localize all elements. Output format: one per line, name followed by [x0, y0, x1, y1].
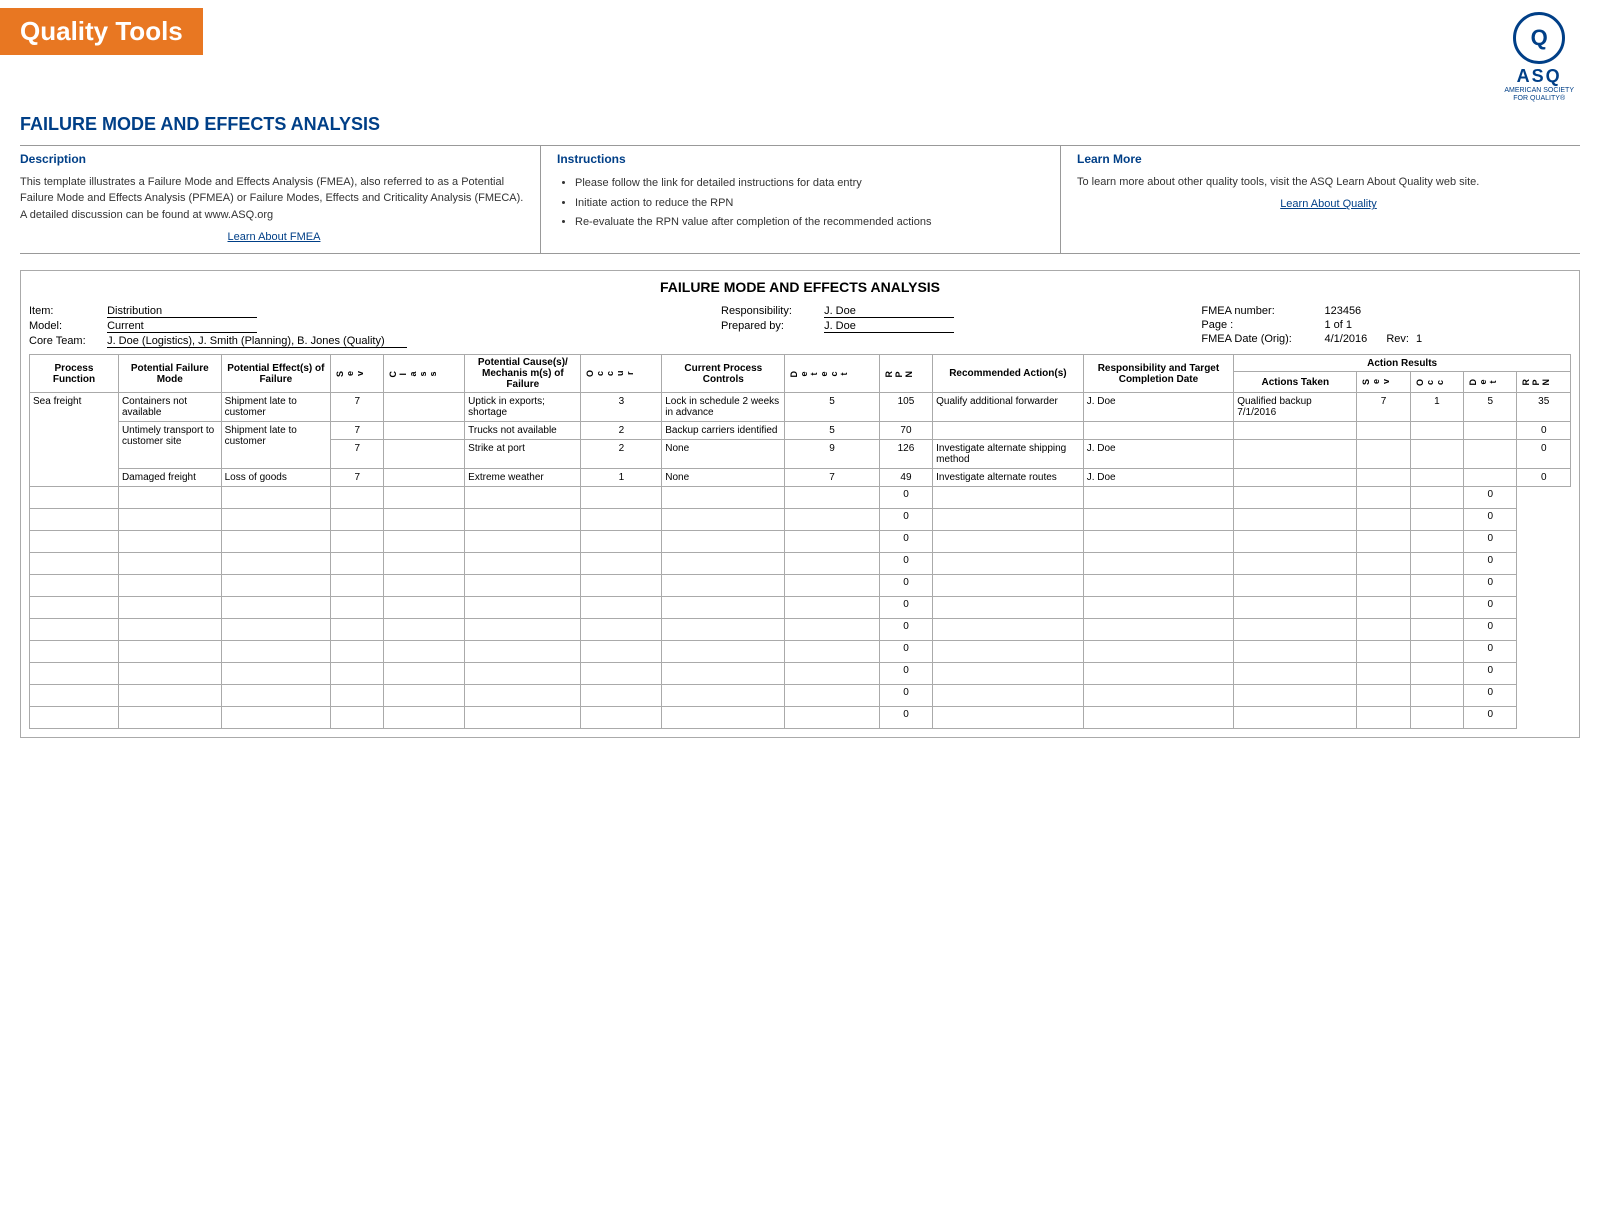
col-sev2: Sev [1357, 372, 1410, 393]
table-row: 00 [30, 509, 1571, 531]
fmea-meta-right: FMEA number: 123456 Page : 1 of 1 FMEA D… [1191, 305, 1571, 348]
fmea-date-value: 4/1/2016 [1324, 333, 1367, 345]
item-value: Distribution [107, 305, 257, 318]
model-value: Current [107, 320, 257, 333]
prepared-by-label: Prepared by: [721, 320, 821, 332]
description-text: This template illustrates a Failure Mode… [20, 174, 528, 224]
prepared-by-value: J. Doe [824, 320, 954, 333]
page-title: FAILURE MODE AND EFFECTS ANALYSIS [20, 114, 1580, 135]
page-row: Page : 1 of 1 [1201, 319, 1571, 331]
main-content: FAILURE MODE AND EFFECTS ANALYSIS Descri… [0, 104, 1600, 749]
col-det: Detect [785, 355, 879, 393]
table-row: 00 [30, 619, 1571, 641]
item-label: Item: [29, 305, 104, 317]
col-failure-mode: Potential Failure Mode [118, 355, 221, 393]
responsibility-value: J. Doe [824, 305, 954, 318]
asq-name: ASQ [1517, 66, 1562, 87]
fmea-date-row: FMEA Date (Orig): 4/1/2016 Rev: 1 [1201, 333, 1571, 345]
learn-about-quality-link[interactable]: Learn About Quality [1077, 198, 1580, 210]
learn-more-header: Learn More [1077, 152, 1580, 166]
table-row: Untimely transport to customer siteShipm… [30, 422, 1571, 440]
asq-subtitle: AMERICAN SOCIETYFOR QUALITY® [1504, 87, 1574, 104]
instructions-list: Please follow the link for detailed inst… [557, 174, 1060, 233]
table-row: 00 [30, 707, 1571, 729]
col-causes: Potential Cause(s)/ Mechanis m(s) of Fai… [465, 355, 581, 393]
col-recommended: Recommended Action(s) [933, 355, 1084, 393]
fmea-meta: Item: Distribution Model: Current Core T… [29, 305, 1571, 348]
fmea-number-row: FMEA number: 123456 [1201, 305, 1571, 317]
table-row: 00 [30, 575, 1571, 597]
prepared-by-row: Prepared by: J. Doe [721, 320, 1191, 333]
col-rpn: RPN [879, 355, 932, 393]
table-row: 00 [30, 597, 1571, 619]
instruction-item-2: Initiate action to reduce the RPN [575, 194, 1060, 214]
table-row: 00 [30, 641, 1571, 663]
fmea-table: Process Function Potential Failure Mode … [29, 354, 1571, 729]
col-occ2: Occ [1410, 372, 1463, 393]
table-row: 00 [30, 531, 1571, 553]
col-action-results: Action Results [1234, 355, 1571, 372]
table-row: 00 [30, 553, 1571, 575]
rev-value: 1 [1416, 333, 1422, 345]
rev-label: Rev: [1386, 333, 1409, 345]
fmea-number-label: FMEA number: [1201, 305, 1321, 317]
col-det2: Det [1464, 372, 1517, 393]
description-header: Description [20, 152, 528, 166]
responsibility-label: Responsibility: [721, 305, 821, 317]
col-responsibility: Responsibility and Target Completion Dat… [1083, 355, 1234, 393]
core-team-label: Core Team: [29, 335, 104, 347]
table-row: 00 [30, 685, 1571, 707]
fmea-title: FAILURE MODE AND EFFECTS ANALYSIS [29, 279, 1571, 295]
col-rpn2: RPN [1517, 372, 1571, 393]
col-occ: Occur [581, 355, 662, 393]
fmea-tbody: Sea freightContainers not availableShipm… [30, 393, 1571, 729]
banner-section: Quality Tools [0, 8, 203, 55]
asq-circle-icon: Q [1513, 12, 1565, 64]
instructions-header: Instructions [557, 152, 1060, 166]
item-row: Item: Distribution [29, 305, 701, 318]
learn-more-col: Learn More To learn more about other qua… [1060, 145, 1580, 254]
col-cls: Class [384, 355, 465, 393]
quality-tools-banner: Quality Tools [0, 8, 203, 55]
learn-more-text: To learn more about other quality tools,… [1077, 174, 1580, 191]
page-header: Quality Tools Q ASQ AMERICAN SOCIETYFOR … [0, 0, 1600, 104]
core-team-row: Core Team: J. Doe (Logistics), J. Smith … [29, 335, 701, 348]
learn-about-fmea-link[interactable]: Learn About FMEA [20, 231, 528, 243]
fmea-date-label: FMEA Date (Orig): [1201, 333, 1321, 345]
table-row: Damaged freightLoss of goods7Extreme wea… [30, 469, 1571, 487]
page-value: 1 of 1 [1324, 319, 1352, 331]
model-row: Model: Current [29, 320, 701, 333]
instructions-col: Instructions Please follow the link for … [540, 145, 1060, 254]
model-label: Model: [29, 320, 104, 332]
table-row: Sea freightContainers not availableShipm… [30, 393, 1571, 422]
responsibility-row: Responsibility: J. Doe [721, 305, 1191, 318]
col-sev: Sev [331, 355, 384, 393]
info-section: Description This template illustrates a … [20, 145, 1580, 255]
description-col: Description This template illustrates a … [20, 145, 540, 254]
instruction-item-1: Please follow the link for detailed inst… [575, 174, 1060, 194]
asq-logo: Q ASQ AMERICAN SOCIETYFOR QUALITY® [1504, 12, 1574, 104]
col-effects: Potential Effect(s) of Failure [221, 355, 330, 393]
col-actions-taken: Actions Taken [1234, 372, 1357, 393]
table-row: 00 [30, 663, 1571, 685]
fmea-meta-left: Item: Distribution Model: Current Core T… [29, 305, 701, 348]
fmea-container: FAILURE MODE AND EFFECTS ANALYSIS Item: … [20, 270, 1580, 738]
page-label: Page : [1201, 319, 1321, 331]
core-team-value: J. Doe (Logistics), J. Smith (Planning),… [107, 335, 407, 348]
instruction-item-3: Re-evaluate the RPN value after completi… [575, 213, 1060, 233]
col-process-function: Process Function [30, 355, 119, 393]
col-controls: Current Process Controls [662, 355, 785, 393]
fmea-number-value: 123456 [1324, 305, 1361, 317]
fmea-meta-center: Responsibility: J. Doe Prepared by: J. D… [701, 305, 1191, 348]
table-row: 00 [30, 487, 1571, 509]
